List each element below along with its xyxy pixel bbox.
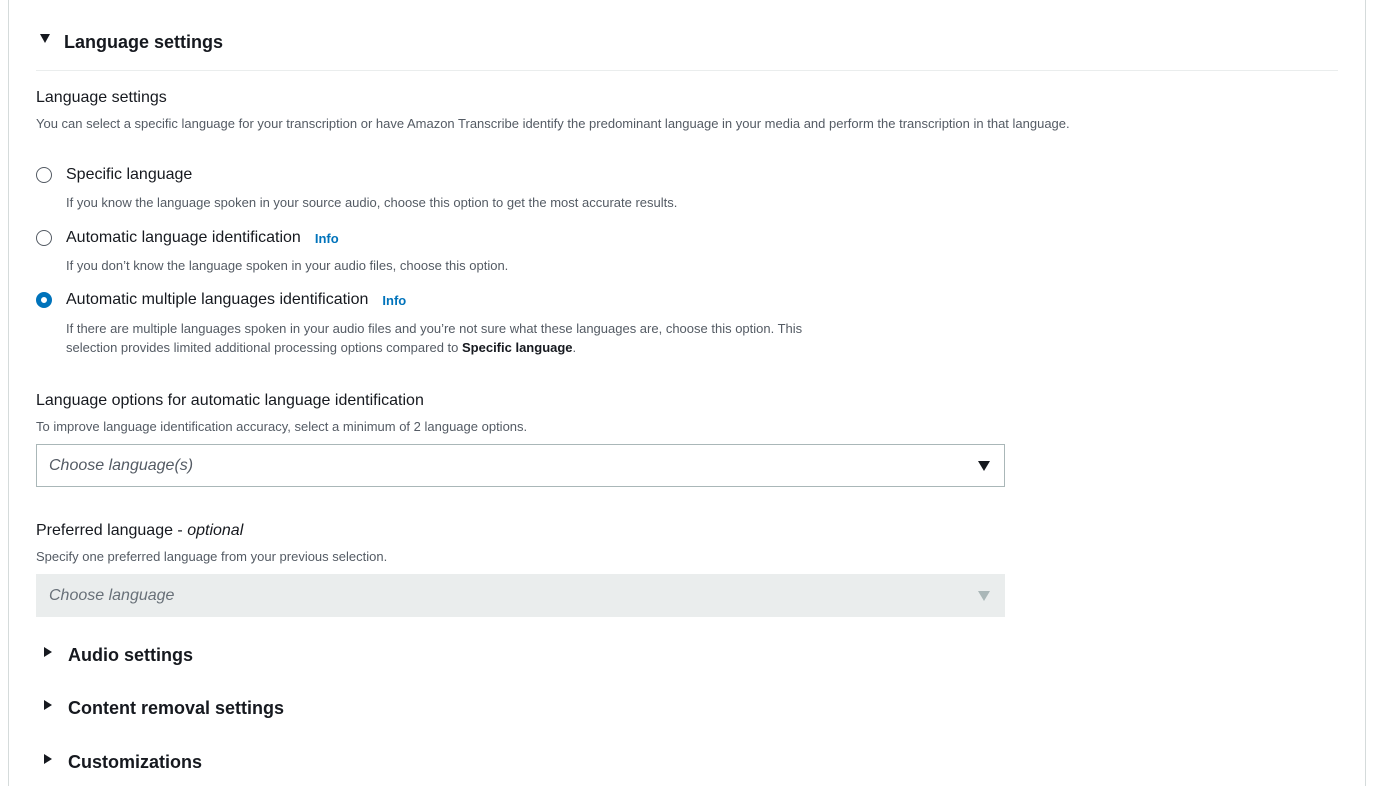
dropdown-arrow-icon: [978, 590, 990, 601]
specific-language-radio[interactable]: [36, 167, 52, 183]
page-gutter: [1366, 0, 1382, 786]
automatic-multiple-languages-radio[interactable]: [36, 292, 52, 308]
preferred-language-placeholder: Choose language: [49, 586, 175, 604]
specific-language-description: If you know the language spoken in your …: [66, 195, 678, 210]
content-removal-settings-toggle[interactable]: Content removal settings: [44, 698, 284, 719]
content-removal-settings-title: Content removal settings: [68, 698, 285, 718]
radio-option-automatic-multiple-languages[interactable]: Automatic multiple languages identificat…: [36, 291, 406, 309]
automatic-language-identification-label[interactable]: Automatic language identification: [66, 229, 301, 247]
automatic-multiple-languages-label[interactable]: Automatic multiple languages identificat…: [66, 291, 368, 309]
automatic-language-identification-radio[interactable]: [36, 230, 52, 246]
language-options-select[interactable]: Choose language(s): [36, 444, 1005, 487]
description-line-1: If there are multiple languages spoken i…: [66, 321, 803, 336]
language-options-label: Language options for automatic language …: [36, 392, 424, 409]
customizations-title: Customizations: [68, 752, 203, 772]
language-settings-section-toggle[interactable]: Language settings: [40, 32, 223, 53]
description-line-2: selection provides limited additional pr…: [66, 338, 802, 357]
radio-option-automatic-language-identification[interactable]: Automatic language identification Info: [36, 229, 339, 247]
info-link[interactable]: Info: [315, 231, 339, 246]
description-period: .: [572, 340, 577, 355]
language-settings-label: Language settings: [36, 89, 167, 106]
caret-right-icon: [44, 699, 52, 710]
automatic-multiple-languages-description: If there are multiple languages spoken i…: [66, 319, 802, 357]
language-options-description: To improve language identification accur…: [36, 419, 528, 434]
description-text: selection provides limited additional pr…: [66, 340, 462, 355]
info-link[interactable]: Info: [382, 293, 406, 308]
section-divider: [36, 70, 1338, 71]
specific-language-label[interactable]: Specific language: [66, 166, 192, 184]
audio-settings-toggle[interactable]: Audio settings: [44, 645, 193, 666]
customizations-toggle[interactable]: Customizations: [44, 752, 202, 773]
panel-left-border: [8, 0, 9, 786]
radio-option-specific-language[interactable]: Specific language: [36, 166, 192, 184]
specific-language-emphasis: Specific language: [462, 340, 573, 355]
caret-right-icon: [44, 753, 52, 764]
language-settings-description: You can select a specific language for y…: [36, 116, 1070, 131]
caret-down-icon: [40, 34, 50, 43]
language-options-placeholder: Choose language(s): [49, 456, 194, 474]
section-title: Language settings: [64, 32, 224, 52]
automatic-language-identification-description: If you don’t know the language spoken in…: [66, 258, 509, 273]
dropdown-arrow-icon: [978, 460, 990, 471]
audio-settings-title: Audio settings: [68, 645, 193, 665]
preferred-language-select: Choose language: [36, 574, 1005, 617]
preferred-language-label-text: Preferred language -: [36, 522, 188, 539]
caret-right-icon: [44, 646, 52, 657]
optional-tag: optional: [187, 522, 244, 539]
preferred-language-description: Specify one preferred language from your…: [36, 549, 388, 564]
preferred-language-label: Preferred language - optional: [36, 522, 243, 540]
